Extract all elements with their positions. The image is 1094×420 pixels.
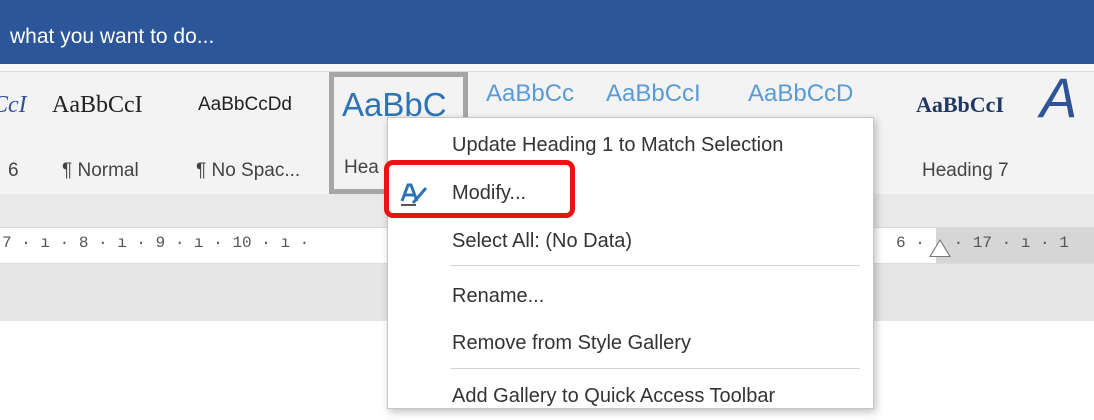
annotation-highlight — [384, 160, 575, 218]
style-sample: AaBbCcI — [916, 92, 1005, 117]
style-sample-heading-3[interactable]: AaBbCcI — [606, 80, 701, 108]
menu-divider — [450, 368, 860, 369]
tell-me-text[interactable]: what you want to do... — [10, 24, 214, 50]
style-sample-heading-4[interactable]: AaBbCcD — [748, 80, 853, 108]
menu-item-label: Rename... — [452, 285, 545, 307]
style-tile-heading-7[interactable]: AaBbCcI Heading 7 — [916, 74, 1026, 190]
style-name: 6 — [8, 160, 19, 181]
menu-item-label: Remove from Style Gallery — [452, 332, 691, 354]
ribbon-divider — [0, 64, 1094, 72]
ruler-ticks-left: 7 · ı · 8 · ı · 9 · ı · 10 · ı · — [2, 234, 310, 252]
menu-item-label: Select All: (No Data) — [452, 230, 633, 252]
menu-item-label: Update Heading 1 to Match Selection — [452, 134, 784, 156]
menu-item-label: Add Gallery to Quick Access Toolbar — [452, 385, 776, 407]
right-indent-marker-icon[interactable] — [931, 241, 949, 256]
style-tile-no-spacing[interactable]: AaBbCcDd ¶ No Spac... — [196, 74, 326, 190]
style-name: ¶ Normal — [62, 160, 139, 181]
style-sample: CcI — [0, 92, 27, 118]
style-sample: AaBbCcI — [52, 92, 143, 118]
menu-item-add-gallery-to-qat[interactable]: Add Gallery to Quick Access Toolbar — [388, 372, 873, 420]
style-sample: A — [1040, 74, 1078, 129]
style-tile-title[interactable]: AaBbCcI ¶ Normal — [52, 74, 164, 190]
style-name: Hea — [344, 157, 379, 178]
style-tile-title-large[interactable]: A — [1036, 74, 1094, 190]
style-tile-heading-6[interactable]: CcI 6 — [0, 74, 40, 190]
style-sample: AaBbCcDd — [198, 94, 292, 115]
style-name: Heading 7 — [922, 160, 1009, 181]
tell-me-bar[interactable]: what you want to do... — [0, 0, 1094, 64]
menu-item-rename[interactable]: Rename... — [388, 272, 873, 320]
menu-divider — [450, 265, 860, 266]
style-name: ¶ No Spac... — [196, 160, 301, 181]
menu-item-select-all[interactable]: Select All: (No Data) — [388, 217, 873, 265]
style-sample-heading-2[interactable]: AaBbCc — [486, 80, 574, 108]
menu-item-remove-from-gallery[interactable]: Remove from Style Gallery — [388, 319, 873, 367]
ruler-ticks-right: 6 · · 17 · ı · 1 — [896, 234, 1069, 252]
